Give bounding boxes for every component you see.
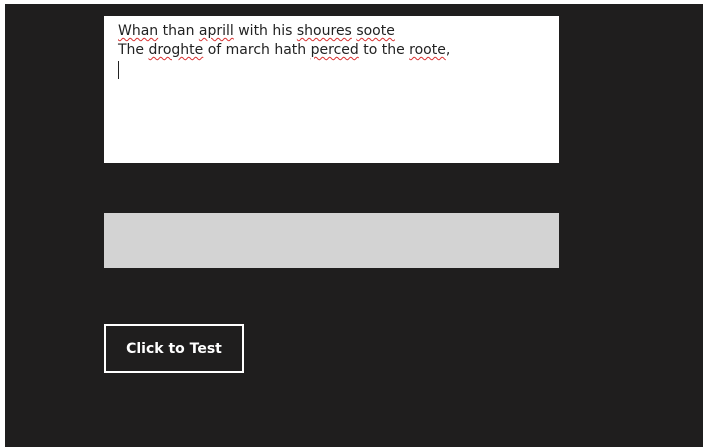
editor-line-2: The droghte of march hath perced to the … — [118, 41, 559, 60]
misspelled-word: roote — [409, 42, 446, 58]
editor-text: with his — [233, 23, 297, 39]
misspelled-word: shoures — [296, 23, 352, 39]
text-editor[interactable]: Whan than aprill with his shoures soote … — [104, 16, 559, 163]
misspelled-word: Whan — [118, 23, 159, 39]
editor-text: to the — [358, 42, 410, 58]
editor-line-1: Whan than aprill with his shoures soote — [118, 22, 559, 41]
misspelled-word: soote — [356, 23, 395, 39]
editor-text: than — [158, 23, 199, 39]
editor-text: The — [118, 42, 149, 58]
click-to-test-button[interactable]: Click to Test — [104, 324, 244, 373]
misspelled-word: droghte — [148, 42, 204, 58]
app-window: Whan than aprill with his shoures soote … — [5, 4, 703, 447]
misspelled-word: perced — [310, 42, 359, 58]
output-field — [104, 213, 559, 268]
editor-text: of march hath — [203, 42, 311, 58]
editor-text: , — [445, 42, 451, 58]
misspelled-word: aprill — [198, 23, 234, 39]
text-caret — [118, 61, 119, 79]
